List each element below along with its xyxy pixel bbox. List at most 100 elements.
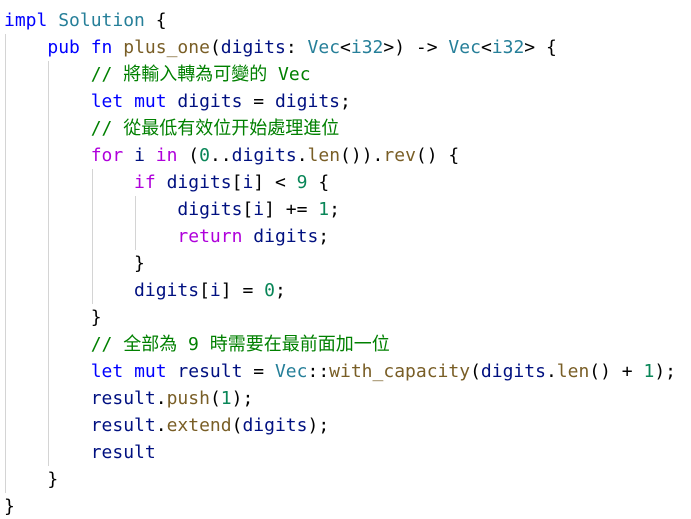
code-token: rev <box>383 145 416 166</box>
code-token: if <box>134 172 156 193</box>
code-token: ( <box>209 388 221 409</box>
code-token: digits <box>231 145 297 166</box>
code-token: : <box>285 37 308 58</box>
code-token: :: <box>307 361 330 382</box>
code-block[interactable]: impl Solution { pub fn plus_one(digits: … <box>4 7 676 519</box>
code-token: ; <box>318 226 330 247</box>
code-token: ] < <box>253 172 297 193</box>
code-line[interactable]: digits[i] = 0; <box>4 277 676 304</box>
code-token: i <box>253 199 265 220</box>
code-line[interactable]: } <box>4 250 676 277</box>
code-token: ); <box>307 415 330 436</box>
code-token: . <box>155 388 167 409</box>
code-token: // 將輸入轉為可變的 Vec <box>90 64 311 85</box>
code-token: result <box>90 415 156 436</box>
code-line[interactable]: for i in (0..digits.len()).rev() { <box>4 142 676 169</box>
code-token: ( <box>231 415 243 436</box>
code-token: digits <box>177 91 243 112</box>
code-token: = <box>242 361 275 382</box>
code-token: ); <box>231 388 254 409</box>
code-token: extend <box>166 415 232 436</box>
code-token: < <box>480 37 492 58</box>
code-line[interactable]: // 從最低有效位开始處理進位 <box>4 115 676 142</box>
code-line[interactable]: let mut digits = digits; <box>4 88 676 115</box>
code-token: result <box>177 361 243 382</box>
code-token: .. <box>209 145 232 166</box>
code-token: i32 <box>491 37 525 58</box>
code-line[interactable]: digits[i] += 1; <box>4 196 676 223</box>
code-token: ( <box>209 37 221 58</box>
code-line[interactable]: let mut result = Vec::with_capacity(digi… <box>4 358 676 385</box>
code-line[interactable]: if digits[i] < 9 { <box>4 169 676 196</box>
code-token: mut <box>134 91 167 112</box>
code-token: [ <box>242 199 254 220</box>
code-token: i <box>242 172 254 193</box>
code-token: i <box>134 145 145 166</box>
code-line[interactable]: } <box>4 493 676 519</box>
code-token: digits <box>177 199 243 220</box>
code-token: } <box>47 469 59 490</box>
code-token: Vec <box>307 37 341 58</box>
code-token: with_capacity <box>329 361 471 382</box>
code-token: // 全部為 9 時需要在最前面加一位 <box>90 334 390 355</box>
code-editor[interactable]: impl Solution { pub fn plus_one(digits: … <box>0 0 691 519</box>
code-line[interactable]: // 將輸入轉為可變的 Vec <box>4 61 676 88</box>
code-line[interactable]: pub fn plus_one(digits: Vec<i32>) -> Vec… <box>4 34 676 61</box>
code-token: () { <box>415 145 460 166</box>
code-line[interactable]: impl Solution { <box>4 7 676 34</box>
code-token: { <box>307 172 330 193</box>
code-token: 0 <box>264 280 275 301</box>
code-token: in <box>155 145 178 166</box>
code-token: 1 <box>220 388 232 409</box>
code-token: ; <box>340 91 351 112</box>
code-line[interactable]: result.push(1); <box>4 385 676 412</box>
code-token: len <box>556 361 590 382</box>
code-token: let <box>90 361 124 382</box>
code-token: 0 <box>199 145 210 166</box>
code-line[interactable]: result <box>4 439 676 466</box>
code-token: for <box>90 145 124 166</box>
code-token: >) -> <box>383 37 449 58</box>
code-token: digits <box>242 415 308 436</box>
code-token: result <box>90 388 156 409</box>
code-line[interactable]: } <box>4 466 676 493</box>
code-token: return <box>177 226 243 247</box>
code-line[interactable]: } <box>4 304 676 331</box>
code-token: () + <box>589 361 644 382</box>
code-line[interactable]: // 全部為 9 時需要在最前面加一位 <box>4 331 676 358</box>
code-token: ( <box>177 145 200 166</box>
code-token: = <box>242 91 275 112</box>
code-token: ()). <box>340 145 384 166</box>
code-line[interactable]: result.extend(digits); <box>4 412 676 439</box>
code-token: digits <box>166 172 232 193</box>
code-line[interactable]: return digits; <box>4 223 676 250</box>
code-token: ; <box>329 199 340 220</box>
code-token: ] += <box>264 199 319 220</box>
code-token: . <box>545 361 557 382</box>
code-token: digits <box>220 37 286 58</box>
code-token: ); <box>654 361 677 382</box>
code-token: mut <box>134 361 167 382</box>
